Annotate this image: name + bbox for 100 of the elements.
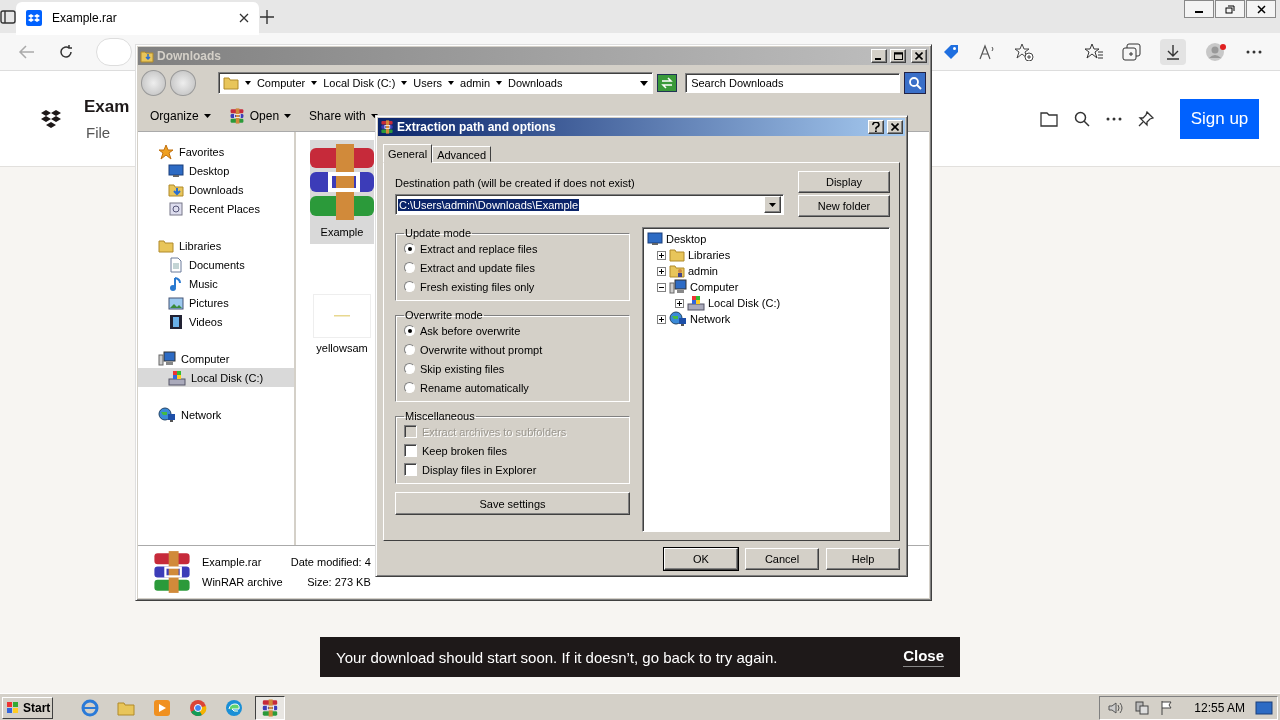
radio-button[interactable] — [404, 243, 415, 254]
search-field[interactable]: Search Downloads — [685, 73, 901, 93]
file-type: WinRAR archive — [202, 576, 283, 588]
collections-icon[interactable] — [1122, 42, 1142, 61]
toolbar-button[interactable]: Share with — [309, 109, 378, 123]
chrome-icon[interactable] — [189, 698, 207, 717]
nav-item[interactable]: Network — [138, 405, 294, 424]
expand-toggle[interactable] — [657, 266, 666, 276]
tag-icon[interactable] — [942, 42, 960, 61]
search-icon — [908, 76, 923, 90]
user-folder-icon — [669, 263, 685, 279]
refresh-icon[interactable] — [58, 43, 74, 60]
radio-button[interactable] — [404, 281, 415, 292]
new-tab-icon[interactable] — [259, 8, 275, 25]
start-button[interactable]: Start — [2, 696, 53, 719]
show-desktop-icon[interactable] — [1255, 699, 1273, 716]
dialog-tab[interactable]: General — [383, 144, 433, 163]
expand-toggle[interactable] — [657, 314, 666, 324]
browser-e-icon[interactable] — [81, 698, 99, 717]
breadcrumb-bar[interactable]: Computer Local Disk (C:) Users admin Downloads — [217, 72, 654, 94]
network-status-icon[interactable] — [1134, 699, 1151, 716]
expand-toggle[interactable] — [657, 250, 666, 260]
question-icon — [872, 122, 880, 132]
help-button[interactable] — [868, 120, 884, 134]
dialog-tab[interactable]: Advanced — [432, 146, 492, 162]
dialog-button[interactable]: Display — [798, 171, 890, 193]
destination-path-field[interactable]: C:\Users\admin\Downloads\Example — [395, 194, 784, 215]
window-title: Downloads — [157, 49, 222, 63]
nav-item[interactable]: Local Disk (C:) — [138, 368, 294, 387]
read-aloud-icon[interactable] — [978, 43, 996, 60]
nav-item[interactable]: Computer — [138, 349, 294, 368]
recent-places-icon — [168, 200, 184, 217]
caret-icon — [370, 114, 378, 118]
dialog-button[interactable]: OK — [664, 548, 738, 570]
tree-item[interactable]: Desktop — [666, 233, 707, 245]
checkbox[interactable] — [404, 463, 417, 476]
browser-tab[interactable]: Example.rar — [16, 1, 259, 35]
restore-button[interactable] — [1215, 0, 1245, 18]
dialog-button[interactable]: Cancel — [745, 548, 819, 570]
tree-item[interactable]: Libraries — [688, 249, 731, 261]
clock[interactable]: 12:55 AM — [1194, 700, 1245, 715]
breadcrumb-item[interactable]: Local Disk (C:) — [323, 77, 396, 89]
taskbar-app-button[interactable] — [255, 695, 285, 720]
minimize-button[interactable] — [1184, 0, 1214, 18]
more-icon[interactable] — [1246, 49, 1262, 54]
breadcrumb-item[interactable]: admin — [460, 77, 491, 89]
nav-item[interactable]: Music — [138, 274, 294, 293]
save-settings-button[interactable]: Save settings — [395, 492, 630, 515]
checkbox[interactable] — [404, 444, 417, 457]
nav-item[interactable]: Documents — [138, 255, 294, 274]
toolbar-button[interactable]: Open — [228, 108, 292, 124]
search-button[interactable] — [904, 72, 926, 94]
breadcrumb-item[interactable]: Computer — [256, 77, 306, 89]
download-folder-icon — [168, 181, 184, 198]
nav-item[interactable]: Desktop — [138, 161, 294, 180]
tree-item[interactable]: Computer — [690, 281, 739, 293]
tree-item[interactable]: Local Disk (C:) — [708, 297, 781, 309]
edge-icon[interactable] — [225, 698, 243, 717]
radio-button[interactable] — [404, 363, 415, 374]
dialog-button[interactable]: Help — [826, 548, 900, 570]
expand-toggle[interactable] — [675, 298, 684, 308]
profile-icon[interactable] — [1204, 41, 1228, 62]
volume-icon[interactable] — [1108, 700, 1125, 715]
windows-logo-icon — [6, 700, 20, 715]
nav-item[interactable]: Videos — [138, 312, 294, 331]
nav-item[interactable]: Favorites — [138, 142, 294, 161]
dropdown-arrow-icon[interactable] — [640, 80, 649, 86]
breadcrumb-item[interactable]: Downloads — [508, 77, 563, 89]
caret-icon — [448, 81, 455, 85]
toolbar-button[interactable]: Organize — [150, 109, 211, 123]
dialog-button[interactable]: New folder — [798, 195, 890, 217]
nav-item[interactable]: Downloads — [138, 180, 294, 199]
search-icon[interactable] — [1074, 110, 1090, 127]
add-favorite-icon[interactable] — [1014, 42, 1034, 61]
music-note-icon — [168, 275, 184, 292]
close-icon[interactable] — [239, 13, 249, 23]
more-icon[interactable] — [1106, 116, 1122, 121]
minus-icon — [659, 284, 664, 290]
expand-toggle[interactable] — [657, 282, 666, 292]
sign-up-button[interactable]: Sign up — [1180, 98, 1259, 139]
nav-item[interactable]: Pictures — [138, 293, 294, 312]
sidebar-icon[interactable] — [0, 8, 16, 25]
nav-item[interactable]: Recent Places — [138, 199, 294, 218]
folder-icon[interactable] — [1040, 110, 1058, 127]
close-link[interactable]: Close — [903, 647, 944, 667]
computer-icon — [669, 279, 687, 295]
nav-item[interactable]: Libraries — [138, 236, 294, 255]
tree-item[interactable]: admin — [688, 265, 718, 277]
file-item[interactable]: Example — [310, 140, 374, 244]
radio-button[interactable] — [404, 382, 415, 393]
download-icon[interactable] — [1165, 43, 1181, 60]
favorites-icon[interactable] — [1084, 42, 1104, 61]
breadcrumb-item[interactable]: Users — [413, 77, 443, 89]
refresh-icon[interactable] — [657, 74, 678, 92]
pin-icon[interactable] — [1138, 110, 1154, 127]
radio-button[interactable] — [404, 262, 415, 273]
tree-item[interactable]: Network — [690, 313, 731, 325]
close-button[interactable] — [1246, 0, 1276, 18]
radio-button[interactable] — [404, 325, 415, 336]
radio-button[interactable] — [404, 344, 415, 355]
